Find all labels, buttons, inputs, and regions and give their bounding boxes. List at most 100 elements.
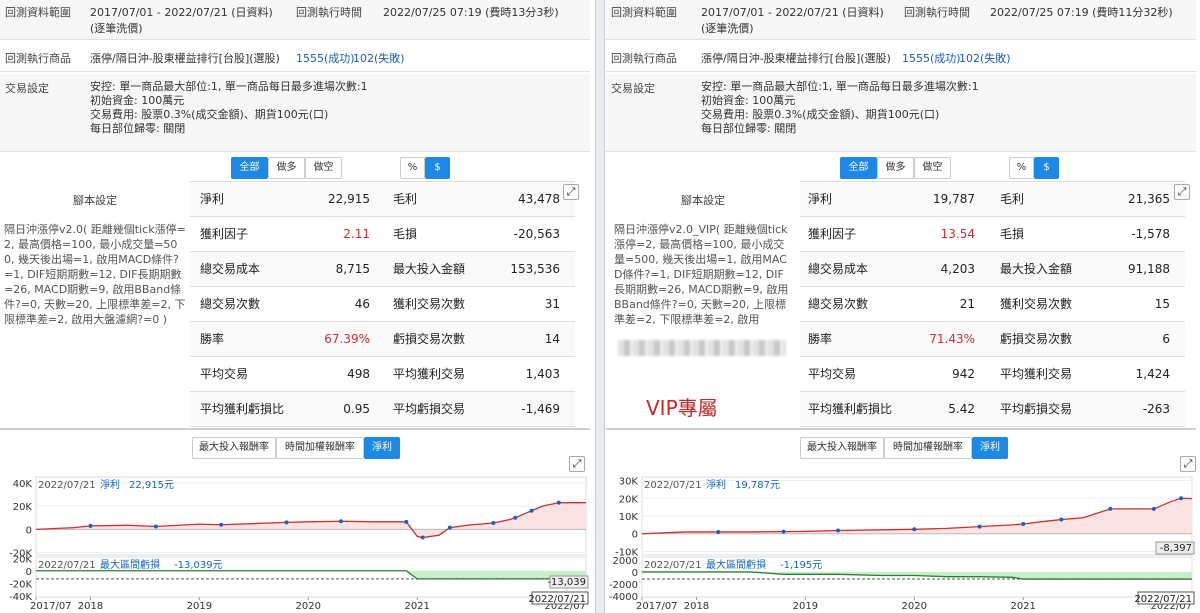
- unit-percent-button[interactable]: %: [400, 157, 425, 179]
- stat-label: 虧損交易次數: [393, 332, 466, 346]
- product-fail[interactable]: 102(失敗): [353, 50, 405, 66]
- chart-tab-time-weighted[interactable]: 時間加權報酬率: [276, 437, 364, 459]
- y-tick-label: 30K: [619, 477, 639, 488]
- y-tick-label: 40K: [13, 479, 33, 490]
- profit-chart: 30K20K10K0-10K20000-2000-40002022/07/21 淨…: [609, 476, 1195, 612]
- x-tick-label: 2020: [902, 601, 927, 612]
- y-tick-label: 0: [26, 567, 32, 578]
- product-row: 回測執行商品 漲停/隔日沖-股東權益排行[台股](選股) 1555(成功) 10…: [0, 42, 590, 72]
- trade-point: [529, 508, 534, 513]
- stat-value: -1,578: [1131, 227, 1170, 241]
- product-success[interactable]: 1555(成功): [296, 50, 355, 66]
- stat-label: 平均獲利虧損比: [200, 402, 285, 416]
- unit-dollar-button[interactable]: $: [1034, 157, 1059, 179]
- profit-label-value: 22,915元: [129, 480, 174, 491]
- product-fail[interactable]: 102(失敗): [959, 50, 1011, 66]
- trade-line: 交易費用: 股票0.3%(成交金額)、期貨100元(口): [90, 108, 329, 121]
- chart-tab-time-weighted[interactable]: 時間加權報酬率: [884, 437, 972, 459]
- range-sub: (逐筆洗價): [90, 22, 143, 35]
- stat-label: 平均獲利虧損比: [808, 402, 893, 416]
- stat-value: 22,915: [328, 192, 370, 206]
- stat-value: 13.54: [940, 227, 975, 241]
- stat-label: 獲利交易次數: [393, 297, 466, 311]
- product-row: 回測執行商品 漲停/隔日沖-股東權益排行[台股](選股) 1555(成功) 10…: [606, 42, 1196, 72]
- x-tick-label: 2017/07: [30, 601, 72, 612]
- script-header: 腳本設定: [73, 194, 117, 207]
- stat-label: 平均虧損交易: [393, 402, 466, 416]
- drawdown-label-name: 最大區間虧損: [706, 558, 766, 571]
- filter-short-button[interactable]: 做空: [305, 157, 342, 179]
- stat-row: 平均獲利虧損比 5.42 平均虧損交易 -263: [800, 392, 1185, 427]
- stat-value: 43,478: [518, 192, 560, 206]
- stat-label: 最大投入金額: [393, 262, 466, 276]
- expand-icon[interactable]: ⤢: [563, 184, 579, 200]
- trade-line: 每日部位歸零: 關閉: [90, 122, 186, 135]
- stats-table: 淨利 19,787 毛利 21,365 獲利因子 13.54 毛損 -1,578…: [800, 181, 1185, 427]
- x-tick-label: 2021: [1010, 601, 1035, 612]
- trade-settings-row: 交易設定 安控: 單一商品最大部位:1, 單一商品每日最多進場次數:1 初始資金…: [606, 74, 1196, 152]
- trade-line: 安控: 單一商品最大部位:1, 單一商品每日最多進場次數:1: [90, 80, 368, 93]
- trade-line: 每日部位歸零: 關閉: [701, 122, 797, 135]
- stat-value: 6: [1162, 332, 1170, 346]
- trade-point: [977, 524, 982, 529]
- chart-tab-max-invest[interactable]: 最大投入報酬率: [192, 437, 276, 459]
- trade-point: [781, 529, 786, 534]
- stat-label: 平均獲利交易: [1000, 367, 1073, 381]
- range-sub: (逐筆洗價): [701, 22, 754, 35]
- trade-point: [404, 519, 409, 524]
- unit-percent-button[interactable]: %: [1009, 157, 1034, 179]
- x-tick-label: 2017/07: [636, 601, 678, 612]
- range-value: 2017/07/01 - 2022/07/21 (日資料): [90, 6, 273, 19]
- product-success[interactable]: 1555(成功): [902, 50, 961, 66]
- expand-icon[interactable]: ⤢: [1174, 184, 1190, 200]
- filter-long-button[interactable]: 做多: [268, 157, 305, 179]
- filter-all-button[interactable]: 全部: [840, 157, 877, 179]
- chart-tab-max-invest[interactable]: 最大投入報酬率: [800, 437, 884, 459]
- stat-value: -1,469: [521, 402, 560, 416]
- stat-value: 46: [354, 297, 370, 311]
- panel-divider[interactable]: [595, 0, 605, 613]
- stat-value: 19,787: [933, 192, 975, 206]
- stat-label: 獲利因子: [808, 227, 857, 241]
- y-tick-label: 0: [632, 568, 638, 579]
- chart-tab-net-profit[interactable]: 淨利: [364, 437, 400, 459]
- range-row: 回測資料範圍 2017/07/01 - 2022/07/21 (日資料) (逐筆…: [0, 0, 590, 40]
- end-date-label: 2022/07/21: [528, 594, 586, 605]
- stat-label: 毛損: [393, 227, 418, 241]
- trade-point: [420, 535, 425, 540]
- stat-label: 虧損交易次數: [1000, 332, 1073, 346]
- filter-long-button[interactable]: 做多: [877, 157, 914, 179]
- end-date-label: 2022/07/21: [1134, 594, 1192, 605]
- stat-value: 31: [544, 297, 560, 311]
- stat-value: 1,424: [1135, 367, 1170, 381]
- product-value: 漲停/隔日沖-股東權益排行[台股](選股): [90, 52, 280, 65]
- stat-label: 獲利交易次數: [1000, 297, 1073, 311]
- stat-label: 毛損: [1000, 227, 1025, 241]
- script-header: 腳本設定: [681, 194, 725, 207]
- chart-tab-net-profit[interactable]: 淨利: [972, 437, 1008, 459]
- stat-value: 15: [1154, 297, 1170, 311]
- filter-short-button[interactable]: 做空: [914, 157, 951, 179]
- stat-row: 淨利 22,915 毛利 43,478: [190, 182, 575, 217]
- expand-chart-icon[interactable]: ⤢: [1180, 456, 1196, 472]
- stats-table: 淨利 22,915 毛利 43,478 獲利因子 2.11 毛損 -20,563…: [190, 181, 575, 427]
- stat-value: -20,563: [513, 227, 560, 241]
- stat-label: 總交易成本: [808, 262, 869, 276]
- x-tick-label: 2020: [296, 601, 321, 612]
- unit-dollar-button[interactable]: $: [425, 157, 450, 179]
- stat-value: 498: [347, 367, 370, 381]
- exec-time-value: 2022/07/25 07:19 (費時11分32秒): [990, 6, 1173, 19]
- stat-value: 1,403: [525, 367, 560, 381]
- expand-chart-icon[interactable]: ⤢: [569, 456, 585, 472]
- y-tick-label: -2000: [609, 580, 638, 591]
- stat-label: 總交易次數: [200, 297, 261, 311]
- x-tick-label: 2019: [793, 601, 818, 612]
- vip-label: VIP專屬: [646, 396, 718, 420]
- stat-value: 71.43%: [929, 332, 975, 346]
- trade-line: 交易費用: 股票0.3%(成交金額)、期貨100元(口): [701, 108, 940, 121]
- chart-separator: [606, 428, 1196, 430]
- stat-value: 4,203: [940, 262, 975, 276]
- range-row: 回測資料範圍 2017/07/01 - 2022/07/21 (日資料) (逐筆…: [606, 0, 1196, 40]
- filter-all-button[interactable]: 全部: [231, 157, 268, 179]
- stat-label: 毛利: [1000, 192, 1025, 206]
